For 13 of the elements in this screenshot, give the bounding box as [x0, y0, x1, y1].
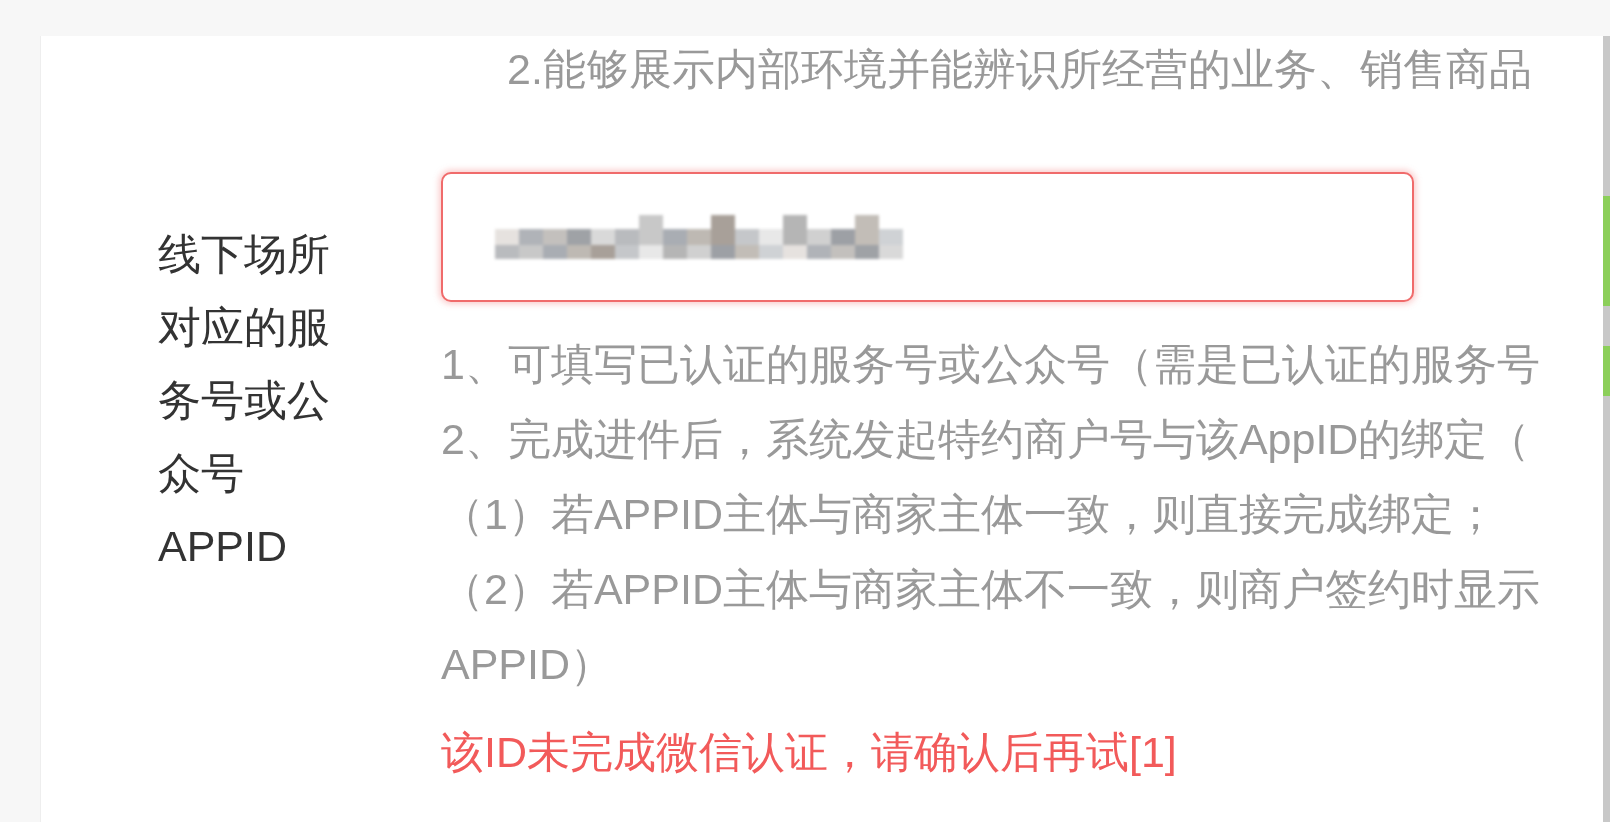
field-label: 务号或公: [158, 375, 330, 426]
intro-text: 2.能够展示内部环境并能辨识所经营的业务、销售商品: [507, 44, 1532, 94]
help-text: （1）若APPID主体与商家主体一致，则直接完成绑定；: [441, 489, 1497, 540]
field-label: 线下场所: [158, 229, 330, 280]
field-label: 众号: [158, 448, 244, 499]
field-label: 对应的服: [158, 302, 330, 353]
appid-input[interactable]: [441, 172, 1414, 302]
help-text: （2）若APPID主体与商家主体不一致，则商户签约时显示: [441, 564, 1540, 615]
error-message: 该ID未完成微信认证，请确认后再试[1]: [441, 727, 1177, 778]
field-label: APPID: [158, 521, 288, 572]
help-text: 1、可填写已认证的服务号或公众号（需是已认证的服务号: [441, 339, 1540, 390]
help-text: APPID）: [441, 639, 614, 690]
help-text: 2、完成进件后，系统发起特约商户号与该AppID的绑定（: [441, 414, 1531, 465]
